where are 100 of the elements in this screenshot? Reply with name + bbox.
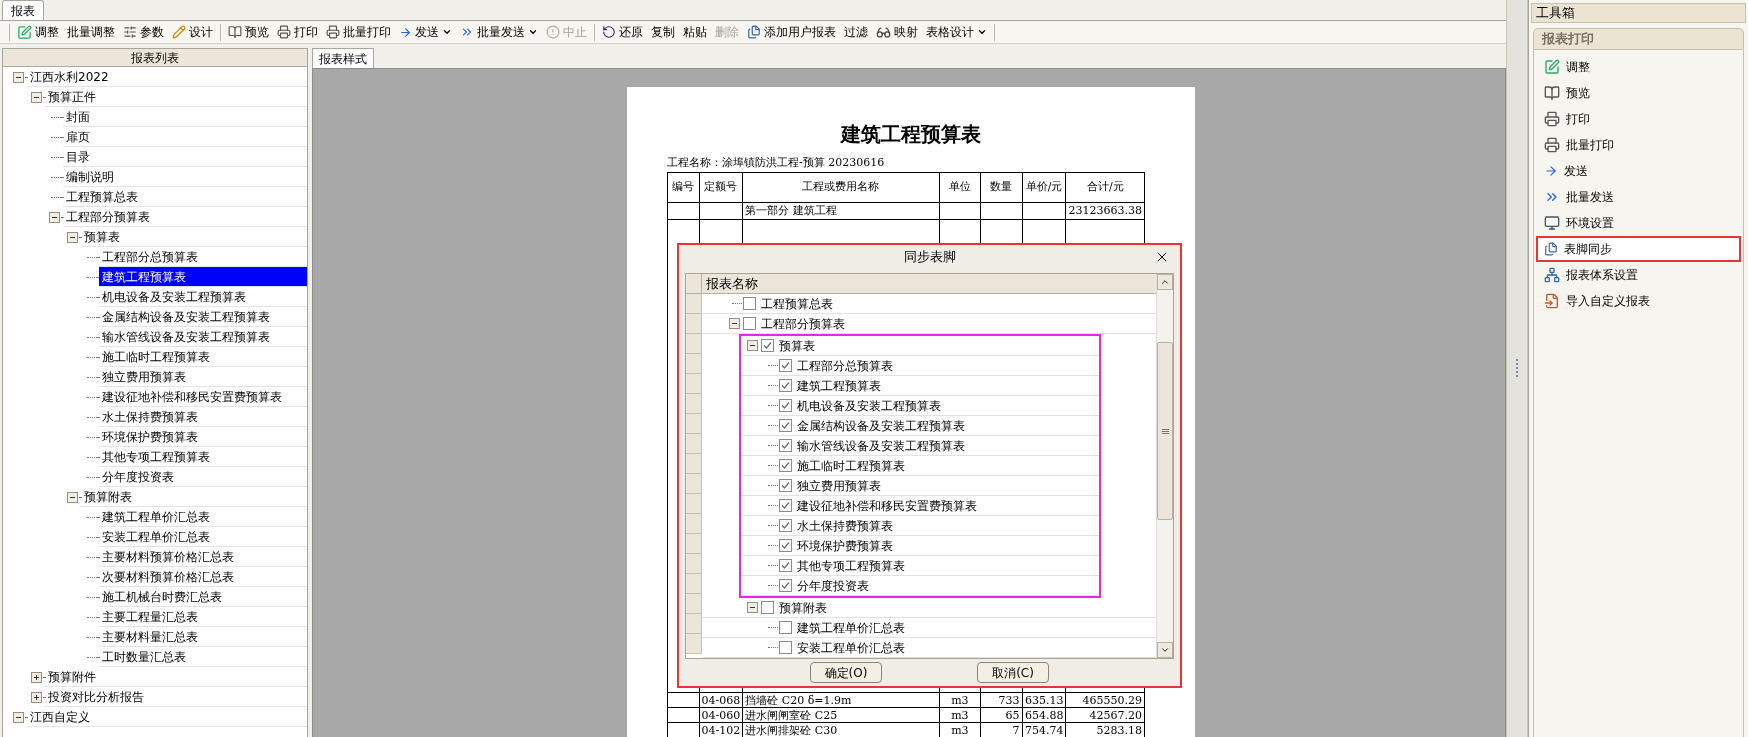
- tree-item[interactable]: 工时数量汇总表: [99, 647, 307, 667]
- scrollbar-thumb[interactable]: [1157, 342, 1173, 520]
- tree-item[interactable]: 预算表: [81, 227, 307, 247]
- checkbox[interactable]: [779, 399, 792, 412]
- tree-item[interactable]: 建设征地补偿和移民安置费预算表: [99, 387, 307, 407]
- tree-item[interactable]: 封面: [63, 107, 307, 127]
- dialog-button[interactable]: 取消(C): [977, 662, 1049, 683]
- tree-item[interactable]: 工程预算总表: [761, 294, 833, 313]
- toolbar-button[interactable]: 粘贴: [679, 21, 711, 43]
- tree-item[interactable]: 机电设备及安装工程预算表: [797, 396, 941, 415]
- checkbox[interactable]: [779, 359, 792, 372]
- toolbar-button[interactable]: 预览: [224, 21, 273, 43]
- checkbox[interactable]: [779, 641, 792, 654]
- tree-item[interactable]: 江西自定义: [27, 707, 307, 727]
- tree-item[interactable]: 其他专项工程预算表: [797, 556, 905, 575]
- tree-item[interactable]: 其他专项工程预算表: [99, 447, 307, 467]
- tree-item[interactable]: 建筑工程预算表: [797, 376, 881, 395]
- toolbox-item[interactable]: 发送: [1536, 158, 1741, 184]
- collapse-icon[interactable]: [13, 711, 24, 723]
- tree-item[interactable]: 主要工程量汇总表: [99, 607, 307, 627]
- checkbox[interactable]: [779, 379, 792, 392]
- toolbar-button[interactable]: 批量发送: [456, 21, 542, 43]
- toolbox-item[interactable]: 预览: [1536, 80, 1741, 106]
- tree-item[interactable]: 目录: [63, 147, 307, 167]
- collapse-icon[interactable]: [67, 231, 78, 243]
- tree-item[interactable]: 独立费用预算表: [99, 367, 307, 387]
- tree-item[interactable]: 建筑工程预算表: [99, 267, 307, 287]
- tree-item[interactable]: 施工机械台时费汇总表: [99, 587, 307, 607]
- tree-item[interactable]: 预算附表: [779, 598, 827, 617]
- expand-icon[interactable]: [31, 691, 42, 703]
- toolbar-button[interactable]: 批量调整: [63, 21, 119, 43]
- tab[interactable]: 报表: [2, 0, 44, 20]
- tree-item[interactable]: 环境保护费预算表: [797, 536, 893, 555]
- checkbox[interactable]: [743, 297, 756, 310]
- tree-item[interactable]: 建设征地补偿和移民安置费预算表: [797, 496, 977, 515]
- tree-item[interactable]: 环境保护费预算表: [99, 427, 307, 447]
- tree-item[interactable]: 建筑工程单价汇总表: [797, 618, 905, 637]
- tree-item[interactable]: 施工临时工程预算表: [797, 456, 905, 475]
- tree-item[interactable]: 工程部分预算表: [761, 314, 845, 333]
- checkbox[interactable]: [779, 499, 792, 512]
- collapse-icon[interactable]: [747, 340, 758, 351]
- checkbox[interactable]: [761, 601, 774, 614]
- tree-item[interactable]: 施工临时工程预算表: [99, 347, 307, 367]
- toolbar-button[interactable]: 发送: [395, 21, 456, 43]
- tree-item[interactable]: 预算附表: [81, 487, 307, 507]
- toolbar-button[interactable]: 打印: [273, 21, 322, 43]
- tree-item[interactable]: 分年度投资表: [99, 467, 307, 487]
- tab[interactable]: 报表样式: [312, 48, 374, 68]
- collapse-icon[interactable]: [13, 71, 24, 83]
- tree-item[interactable]: 安装工程单价汇总表: [99, 527, 307, 547]
- tree-item[interactable]: 金属结构设备及安装工程预算表: [797, 416, 965, 435]
- toolbox-item[interactable]: 打印: [1536, 106, 1741, 132]
- tree-item[interactable]: 预算表: [779, 336, 815, 355]
- toolbar-button[interactable]: 设计: [168, 21, 217, 43]
- toolbar-button[interactable]: 调整: [13, 21, 63, 43]
- tree-item[interactable]: 机电设备及安装工程预算表: [99, 287, 307, 307]
- tree-item[interactable]: 输水管线设备及安装工程预算表: [797, 436, 965, 455]
- toolbox-item[interactable]: 报表体系设置: [1536, 262, 1741, 288]
- checkbox[interactable]: [761, 339, 774, 352]
- checkbox[interactable]: [743, 317, 756, 330]
- checkbox[interactable]: [779, 419, 792, 432]
- tree-item[interactable]: 主要材料预算价格汇总表: [99, 547, 307, 567]
- tree-item[interactable]: 金属结构设备及安装工程预算表: [99, 307, 307, 327]
- tree-item[interactable]: 分年度投资表: [797, 576, 869, 595]
- toolbar-button[interactable]: 复制: [647, 21, 679, 43]
- tree-item[interactable]: 工程部分总预算表: [797, 356, 893, 375]
- toolbox-item[interactable]: 调整: [1536, 54, 1741, 80]
- toolbar-button[interactable]: 参数: [119, 21, 168, 43]
- checkbox[interactable]: [779, 539, 792, 552]
- tree-item[interactable]: 水土保持费预算表: [99, 407, 307, 427]
- checkbox[interactable]: [779, 459, 792, 472]
- checkbox[interactable]: [779, 479, 792, 492]
- tree-item[interactable]: 预算附件: [45, 667, 307, 687]
- tree-item[interactable]: 工程部分预算表: [63, 207, 307, 227]
- toolbox-item[interactable]: 环境设置: [1536, 210, 1741, 236]
- toolbox-item[interactable]: 表脚同步: [1536, 236, 1741, 262]
- tree-item[interactable]: 次要材料预算价格汇总表: [99, 567, 307, 587]
- tree-item[interactable]: 投资对比分析报告: [45, 687, 307, 707]
- toolbar-button[interactable]: 映射: [872, 21, 922, 43]
- tree-item[interactable]: 安装工程单价汇总表: [797, 638, 905, 657]
- tree-item[interactable]: 水土保持费预算表: [797, 516, 893, 535]
- collapse-icon[interactable]: [729, 318, 740, 329]
- collapse-icon[interactable]: [31, 91, 42, 103]
- tree-item[interactable]: 建筑工程单价汇总表: [99, 507, 307, 527]
- checkbox[interactable]: [779, 621, 792, 634]
- tree-item[interactable]: 主要材料量汇总表: [99, 627, 307, 647]
- toolbox-item[interactable]: 导入自定义报表: [1536, 288, 1741, 314]
- collapse-icon[interactable]: [49, 211, 60, 223]
- expand-icon[interactable]: [31, 671, 42, 683]
- tree-item[interactable]: 预算正件: [45, 87, 307, 107]
- checkbox[interactable]: [779, 519, 792, 532]
- toolbox-item[interactable]: 批量打印: [1536, 132, 1741, 158]
- checkbox[interactable]: [779, 559, 792, 572]
- collapse-icon[interactable]: [67, 491, 78, 503]
- toolbar-button[interactable]: 还原: [598, 21, 647, 43]
- tree-item[interactable]: 编制说明: [63, 167, 307, 187]
- checkbox[interactable]: [779, 439, 792, 452]
- collapse-icon[interactable]: [747, 602, 758, 613]
- toolbar-button[interactable]: 表格设计: [922, 21, 991, 43]
- toolbar-button[interactable]: 批量打印: [322, 21, 395, 43]
